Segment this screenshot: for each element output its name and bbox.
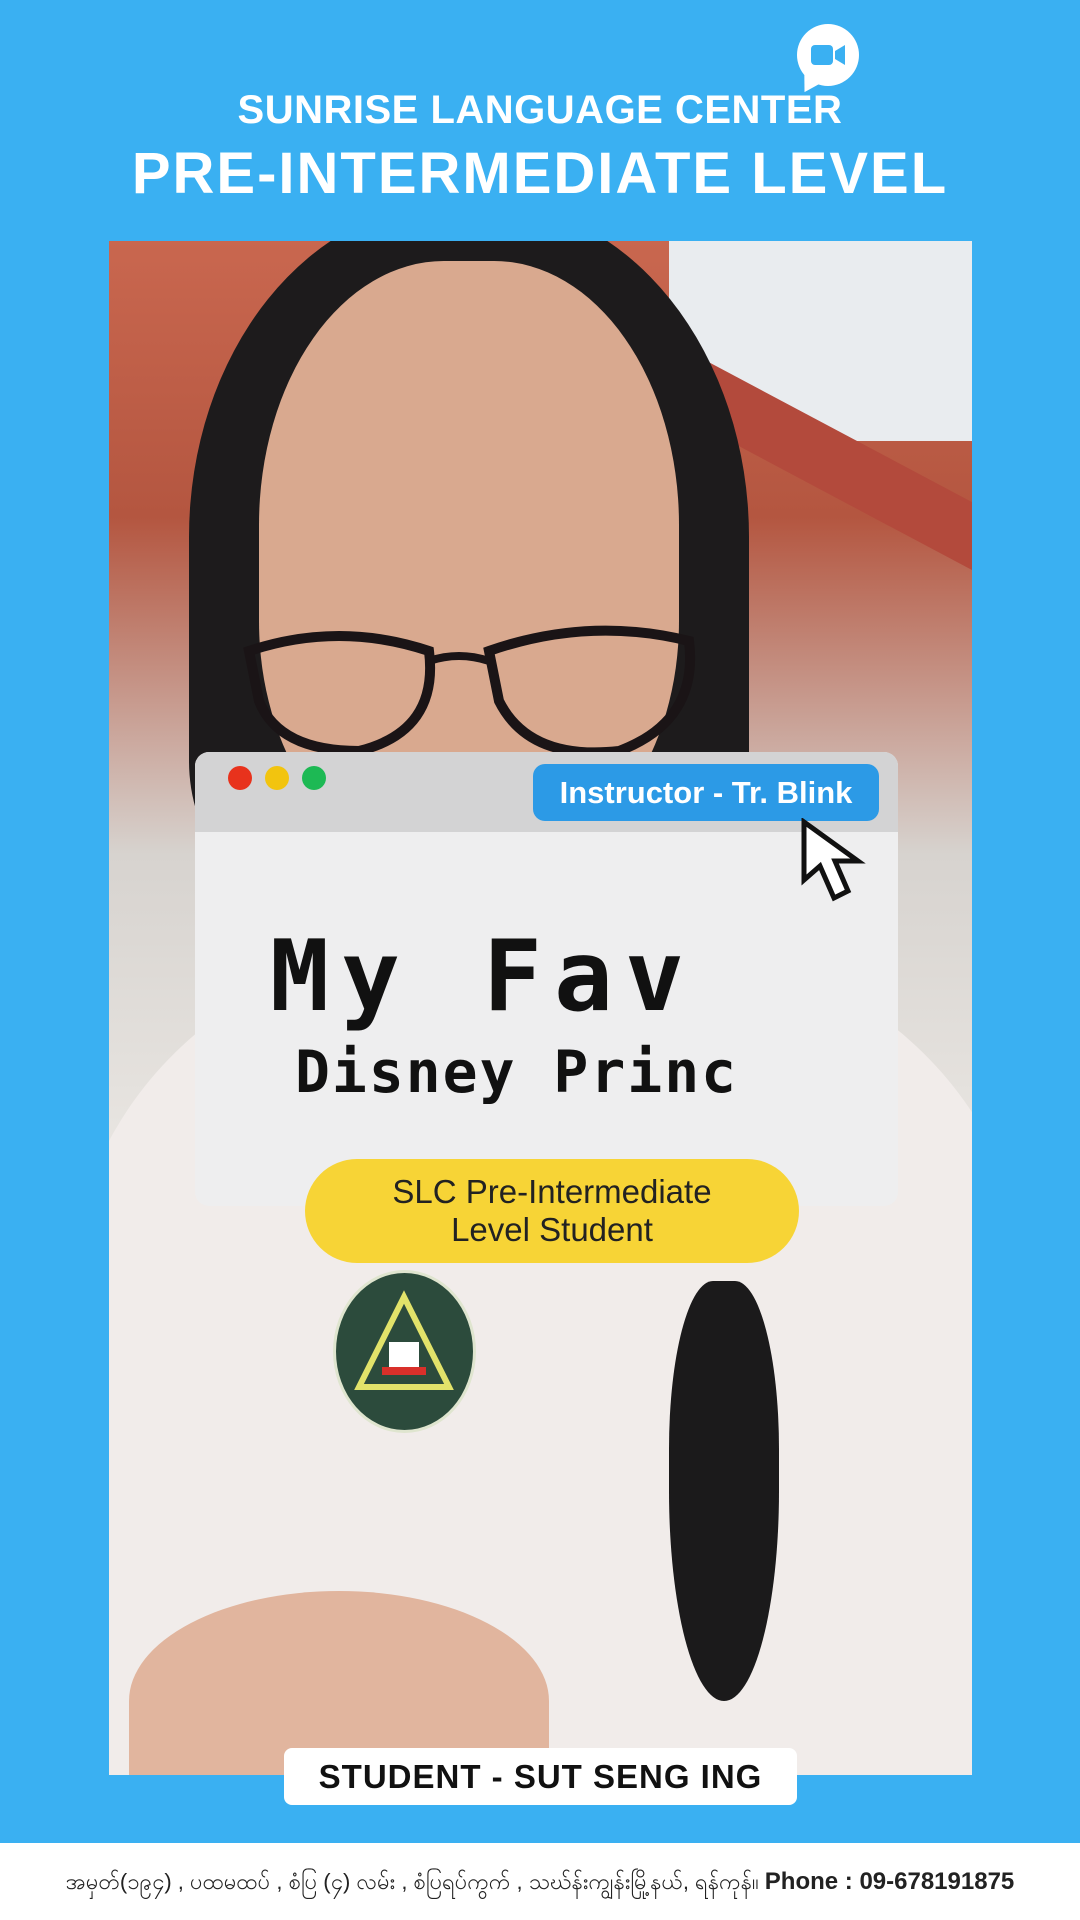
footer-address: အမှတ်(၁၉၄) , ပထမထပ် , စံပြ (၄) လမ်း , စံ… [65, 1869, 759, 1894]
maximize-dot-icon [302, 766, 326, 790]
video-camera-icon [811, 45, 845, 65]
school-pin [333, 1270, 476, 1433]
footer-phone: Phone : 09-678191875 [764, 1868, 1015, 1895]
video-title-line-1: My Fav [270, 920, 697, 1034]
pill-line-1: SLC Pre-Intermediate [392, 1173, 712, 1210]
glasses-shape [243, 625, 696, 758]
student-name-label: STUDENT - SUT SENG ING [284, 1748, 797, 1805]
triangle-logo-icon [354, 1290, 454, 1390]
center-name: SUNRISE LANGUAGE CENTER [237, 88, 843, 132]
pill-line-2: Level Student [451, 1211, 653, 1248]
student-level-pill: SLC Pre-Intermediate Level Student [305, 1159, 799, 1263]
video-title-line-2: Disney Princ [295, 1038, 739, 1106]
close-dot-icon [228, 766, 252, 790]
level-title: PRE-INTERMEDIATE LEVEL [131, 141, 949, 206]
instructor-badge: Instructor - Tr. Blink [533, 764, 879, 821]
minimize-dot-icon [265, 766, 289, 790]
pointer-cursor-icon [801, 818, 866, 902]
video-camera-badge [797, 24, 859, 97]
footer-contact: အမှတ်(၁၉၄) , ပထမထပ် , စံပြ (၄) လမ်း , စံ… [0, 1843, 1080, 1920]
